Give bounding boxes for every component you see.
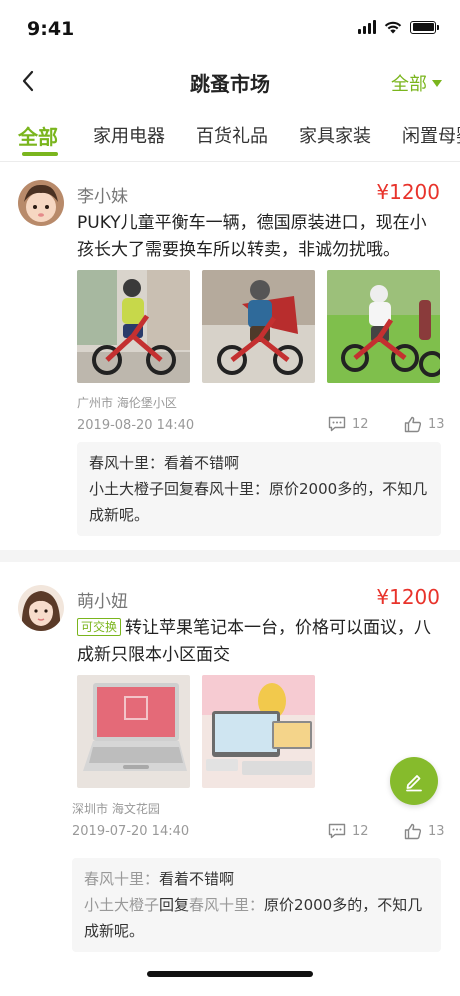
comment-item[interactable]: 春风十里：看着不错啊 [89, 450, 429, 476]
wifi-icon [384, 21, 402, 34]
comment-count: 12 [352, 416, 369, 432]
avatar[interactable] [18, 585, 64, 631]
tab-gifts[interactable]: 百货礼品 [196, 122, 268, 148]
like-button[interactable]: 13 [404, 416, 445, 433]
battery-icon [410, 20, 439, 34]
location-text: 广州市 海伦堡小区 [77, 396, 177, 410]
comment-text: 看着不错啊 [164, 454, 240, 472]
price: ¥1200 [376, 585, 440, 609]
comment-button[interactable]: 12 [328, 416, 369, 432]
reply-word: 回复 [159, 896, 190, 914]
tab-all[interactable]: 全部 [18, 121, 58, 150]
exchange-tag: 可交换 [77, 618, 122, 636]
author-name[interactable]: 李小妹 [77, 182, 128, 207]
thumbs-up-icon [404, 416, 422, 433]
compose-button[interactable] [390, 757, 438, 805]
caret-down-icon [432, 79, 442, 87]
commenter-name[interactable]: 春风十里： [84, 870, 159, 888]
comment-button[interactable]: 12 [328, 823, 369, 839]
reply-target-name[interactable]: 春风十里： [189, 896, 264, 914]
post-text: 转让苹果笔记本一台，价格可以面议，八成新只限本小区面交 [77, 618, 432, 665]
post-photo[interactable] [77, 270, 190, 383]
like-button[interactable]: 13 [404, 823, 445, 840]
status-bar: 9:41 [0, 0, 460, 58]
filter-dropdown[interactable]: 全部 [391, 70, 442, 96]
comment-list: 春风十里：看着不错啊 小土大橙子回复春风十里：原价2000多的，不知几成新呢。 [77, 442, 441, 536]
tab-baby[interactable]: 闲置母婴 [402, 122, 460, 148]
like-count: 13 [428, 417, 445, 432]
comment-list: 春风十里：看着不错啊 小土大橙子回复春风十里：原价2000多的，不知几成新呢。 [72, 858, 441, 952]
cellular-signal-icon [358, 20, 376, 34]
author-name[interactable]: 萌小妞 [77, 587, 128, 612]
post-date: 2019-07-20 14:40 [72, 824, 190, 839]
post-photo[interactable] [327, 270, 440, 383]
tab-active-indicator [22, 152, 58, 156]
thumbs-up-icon [404, 823, 422, 840]
post-date: 2019-08-20 14:40 [77, 418, 195, 433]
post-separator [0, 550, 460, 562]
comment-text: 看着不错啊 [159, 870, 235, 888]
comment-count: 12 [352, 823, 369, 839]
comment-item[interactable]: 小土大橙子回复春风十里：原价2000多的，不知几成新呢。 [84, 892, 429, 944]
tab-appliances[interactable]: 家用电器 [93, 122, 165, 148]
nav-bar: 跳蚤市场 全部 [0, 58, 460, 104]
post-photo[interactable] [202, 270, 315, 383]
pencil-icon [406, 775, 422, 792]
post-content: PUKY儿童平衡车一辆，德国原装进口，现在小孩长大了需要换车所以转卖，非诚勿扰哦… [77, 213, 427, 260]
like-count: 13 [428, 824, 445, 839]
status-icons [358, 20, 439, 34]
commenter-name[interactable]: 小土大橙子 [84, 896, 159, 914]
comment-icon [328, 416, 346, 432]
post-photo[interactable] [202, 675, 315, 788]
avatar[interactable] [18, 180, 64, 226]
filter-label: 全部 [391, 74, 427, 95]
comment-item[interactable]: 春风十里：看着不错啊 [84, 866, 429, 892]
category-tabs: 全部 家用电器 百货礼品 家具家装 闲置母婴 [0, 112, 460, 162]
commenter-name[interactable]: 春风十里： [89, 454, 164, 472]
comment-icon [328, 823, 346, 839]
status-time: 9:41 [27, 18, 75, 40]
post-photo[interactable] [77, 675, 190, 788]
tab-furniture[interactable]: 家具家装 [299, 122, 371, 148]
home-indicator[interactable] [147, 971, 313, 977]
price: ¥1200 [376, 180, 440, 204]
photo-gallery [77, 270, 440, 383]
photo-gallery [77, 675, 315, 788]
location-text: 深圳市 海文花园 [72, 802, 160, 816]
commenter-name[interactable]: 小土大橙子回复春风十里： [89, 480, 269, 498]
comment-item[interactable]: 小土大橙子回复春风十里：原价2000多的，不知几成新呢。 [89, 476, 429, 528]
post-content: 可交换 转让苹果笔记本一台，价格可以面议，八成新只限本小区面交 [77, 615, 443, 669]
